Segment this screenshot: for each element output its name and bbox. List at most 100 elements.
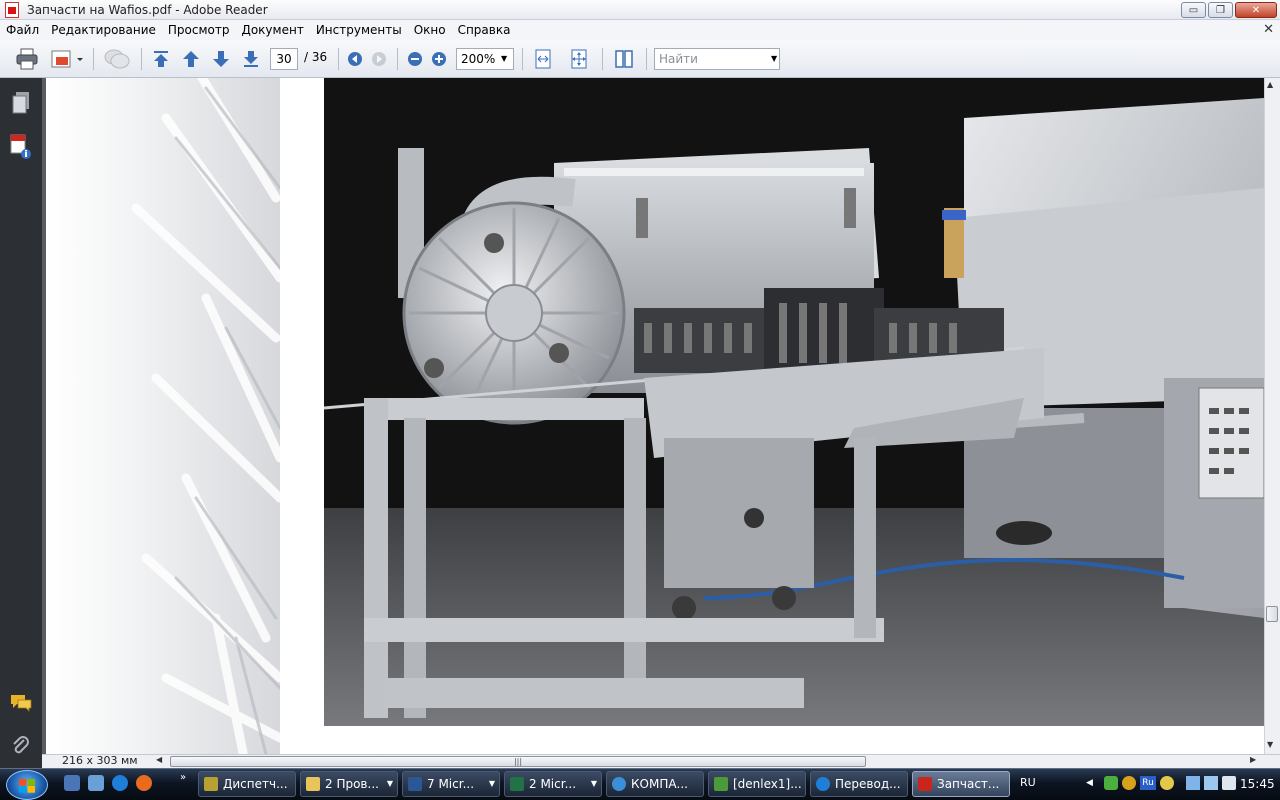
taskbar-button-explorer[interactable]: 2 Пров... ▼ <box>300 771 398 797</box>
zoom-out-icon <box>408 52 422 66</box>
internet-explorer-icon[interactable] <box>112 775 128 791</box>
back-view-button[interactable] <box>345 49 365 69</box>
fit-page-button[interactable] <box>568 49 590 69</box>
two-page-icon <box>615 50 633 68</box>
comment-bubbles-icon <box>104 49 130 69</box>
taskbar-button-task-manager[interactable]: Диспетч... <box>198 771 296 797</box>
scroll-left-icon[interactable]: ◀ <box>156 755 162 764</box>
menu-document[interactable]: Документ <box>235 20 309 40</box>
menu-file[interactable]: Файл <box>0 20 45 40</box>
window-title: Запчасти на Wafios.pdf - Adobe Reader <box>27 2 268 17</box>
fit-width-icon <box>535 49 551 69</box>
reading-mode-button[interactable] <box>612 49 636 69</box>
print-button[interactable] <box>14 48 40 70</box>
pdf-file-icon <box>5 1 19 18</box>
first-page-button[interactable] <box>150 49 172 69</box>
start-button[interactable] <box>6 770 48 800</box>
taskbar-button-translator[interactable]: Перевод... <box>810 771 908 797</box>
menu-window[interactable]: Окно <box>408 20 452 40</box>
scroll-down-icon[interactable]: ▼ <box>1267 740 1273 749</box>
chevron-down-icon[interactable]: ▼ <box>771 54 777 63</box>
toolbar-separator <box>141 48 142 70</box>
toolbar-separator <box>602 48 603 70</box>
volume-tray-icon[interactable] <box>1222 776 1236 790</box>
chevron-down-icon: ▼ <box>386 779 393 788</box>
internet-explorer-icon <box>816 777 830 791</box>
menu-help[interactable]: Справка <box>452 20 517 40</box>
kompas-icon <box>612 777 626 791</box>
adobe-reader-window: Запчасти на Wafios.pdf - Adobe Reader ▭ … <box>0 0 1280 800</box>
quick-launch-more-icon[interactable]: » <box>180 772 186 783</box>
download-icon <box>204 777 218 791</box>
menu-view[interactable]: Просмотр <box>162 20 236 40</box>
zoom-in-icon <box>432 52 446 66</box>
forward-view-button[interactable] <box>369 49 389 69</box>
first-page-icon <box>154 51 168 67</box>
zoom-out-button[interactable] <box>405 49 425 69</box>
zoom-in-button[interactable] <box>429 49 449 69</box>
restore-button[interactable]: ❐ <box>1208 2 1233 18</box>
scrolling-mode-button[interactable] <box>532 49 554 69</box>
close-document-icon[interactable]: ✕ <box>1263 22 1274 37</box>
chevron-down-icon[interactable]: ▼ <box>501 54 507 63</box>
menu-edit[interactable]: Редактирование <box>45 20 162 40</box>
language-indicator[interactable]: RU <box>1020 776 1036 789</box>
share-button[interactable] <box>48 49 84 69</box>
scroll-up-icon[interactable]: ▲ <box>1267 80 1273 89</box>
toolbar-separator <box>397 48 398 70</box>
word-icon <box>408 777 422 791</box>
taskbar-button-word[interactable]: 7 Micr... ▼ <box>402 771 500 797</box>
page-number-input[interactable]: 30 <box>270 48 298 70</box>
menu-bar: Файл Редактирование Просмотр Документ Ин… <box>0 20 1280 40</box>
back-circle-icon <box>348 52 362 66</box>
arrow-down-icon <box>213 51 229 67</box>
tray-expand-icon[interactable]: ◀ <box>1086 778 1093 788</box>
keyboard-layout-tray-icon[interactable]: Ru <box>1140 776 1156 790</box>
last-page-button[interactable] <box>240 49 262 69</box>
page-count: / 36 <box>304 50 328 64</box>
horizontal-scroll-thumb[interactable]: ||| <box>170 756 866 767</box>
close-button[interactable]: ✕ <box>1235 2 1277 18</box>
navigation-pane <box>0 78 42 768</box>
attachments-button[interactable] <box>8 734 34 760</box>
firefox-icon[interactable] <box>136 775 152 791</box>
taskbar-button-denlex[interactable]: [denlex1]... <box>708 771 806 797</box>
vertical-scrollbar[interactable] <box>1264 78 1280 754</box>
switch-windows-icon[interactable] <box>88 775 104 791</box>
system-clock[interactable]: 15:45 <box>1240 777 1275 791</box>
pdf-page <box>46 78 1264 754</box>
excel-icon <box>510 777 524 791</box>
pages-panel-button[interactable] <box>8 90 34 116</box>
pdf-info-icon <box>10 134 31 159</box>
title-bar: Запчасти на Wafios.pdf - Adobe Reader ▭ … <box>0 0 1280 20</box>
previous-page-button[interactable] <box>180 49 202 69</box>
next-page-button[interactable] <box>210 49 232 69</box>
find-input[interactable]: Найти <box>654 48 780 70</box>
chat-icon <box>714 777 728 791</box>
forward-circle-icon <box>372 52 386 66</box>
comments-icon <box>11 695 32 712</box>
toolbar: 30 / 36 200% ▼ Найти ▼ <box>0 40 1280 78</box>
bluetooth-tray-icon[interactable] <box>1160 776 1174 790</box>
attachments-info-button[interactable] <box>8 134 34 160</box>
network-tray-icon[interactable] <box>1204 776 1218 790</box>
document-viewport[interactable] <box>42 78 1264 754</box>
show-desktop-icon[interactable] <box>64 775 80 791</box>
notification-tray-icon[interactable] <box>1122 776 1136 790</box>
toolbar-separator <box>93 48 94 70</box>
window-controls: ▭ ❐ ✕ <box>1181 2 1277 18</box>
minimize-button[interactable]: ▭ <box>1181 2 1206 18</box>
toolbar-separator <box>522 48 523 70</box>
taskbar-button-kompas[interactable]: КОМПА... <box>606 771 704 797</box>
collaborate-button[interactable] <box>103 49 131 69</box>
taskbar-button-adobe-reader[interactable]: Запчаст... <box>912 771 1010 797</box>
antivirus-tray-icon[interactable] <box>1104 776 1118 790</box>
taskbar-button-excel[interactable]: 2 Micr... ▼ <box>504 771 602 797</box>
folder-icon <box>306 777 320 791</box>
toolbar-separator <box>338 48 339 70</box>
power-tray-icon[interactable] <box>1186 776 1200 790</box>
comments-panel-button[interactable] <box>8 690 34 716</box>
menu-tools[interactable]: Инструменты <box>310 20 408 40</box>
vertical-scroll-thumb[interactable] <box>1266 606 1278 622</box>
scroll-right-icon[interactable]: ▶ <box>1250 755 1256 764</box>
